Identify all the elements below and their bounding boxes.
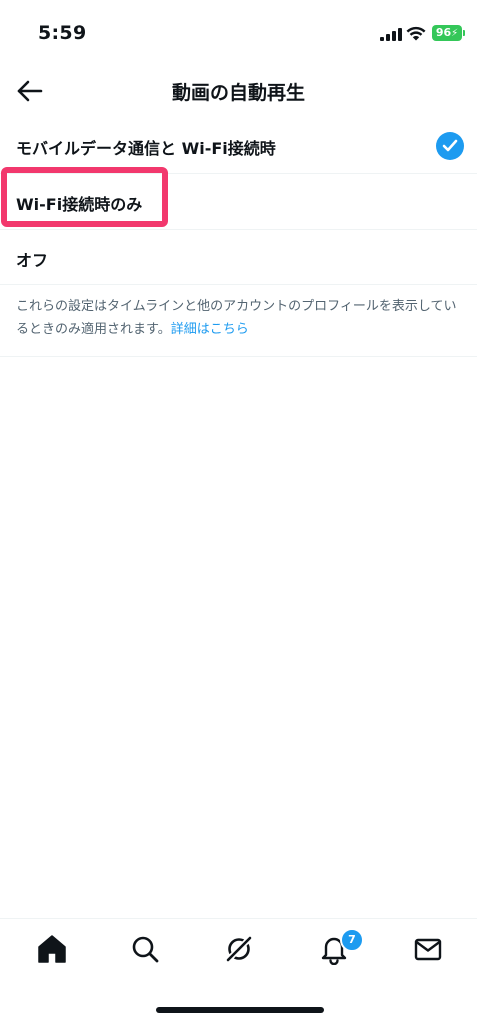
home-indicator[interactable] [156,1007,324,1013]
tab-bar [0,918,477,979]
wifi-icon [406,26,426,41]
mail-icon [414,938,442,961]
option-label: モバイルデータ通信と Wi-Fi接続時 [16,139,276,158]
home-icon [38,935,66,963]
charging-bolt-icon: ⚡ [451,28,459,39]
tab-spaces[interactable] [223,933,255,965]
spaces-icon [224,934,254,964]
status-bar: 5:59 96⚡ [0,0,477,60]
battery-level: 96 [435,26,452,39]
cellular-signal-icon [380,28,402,41]
page-title: 動画の自動再生 [171,82,305,104]
battery-indicator: 96⚡ [432,25,462,41]
tab-search[interactable] [129,933,161,965]
status-time: 5:59 [38,22,87,44]
settings-description: これらの設定はタイムラインと他のアカウントのプロフィールを表示しているときのみ適… [16,295,464,341]
option-wifi-only[interactable]: Wi-Fi接続時のみ [0,174,477,230]
divider [0,356,477,357]
tab-home[interactable] [36,933,68,965]
option-label: Wi-Fi接続時のみ [16,195,143,214]
option-label: オフ [16,251,49,270]
tab-messages[interactable] [412,933,444,965]
option-mobile-and-wifi[interactable]: モバイルデータ通信と Wi-Fi接続時 [0,118,477,174]
checkmark-icon [436,132,464,160]
option-off[interactable]: オフ [0,230,477,285]
search-icon [132,936,159,963]
notification-badge: 7 [340,928,364,952]
learn-more-link[interactable]: 詳細はこちら [171,322,249,337]
header: 動画の自動再生 [0,62,477,120]
battery-tip [463,30,465,36]
